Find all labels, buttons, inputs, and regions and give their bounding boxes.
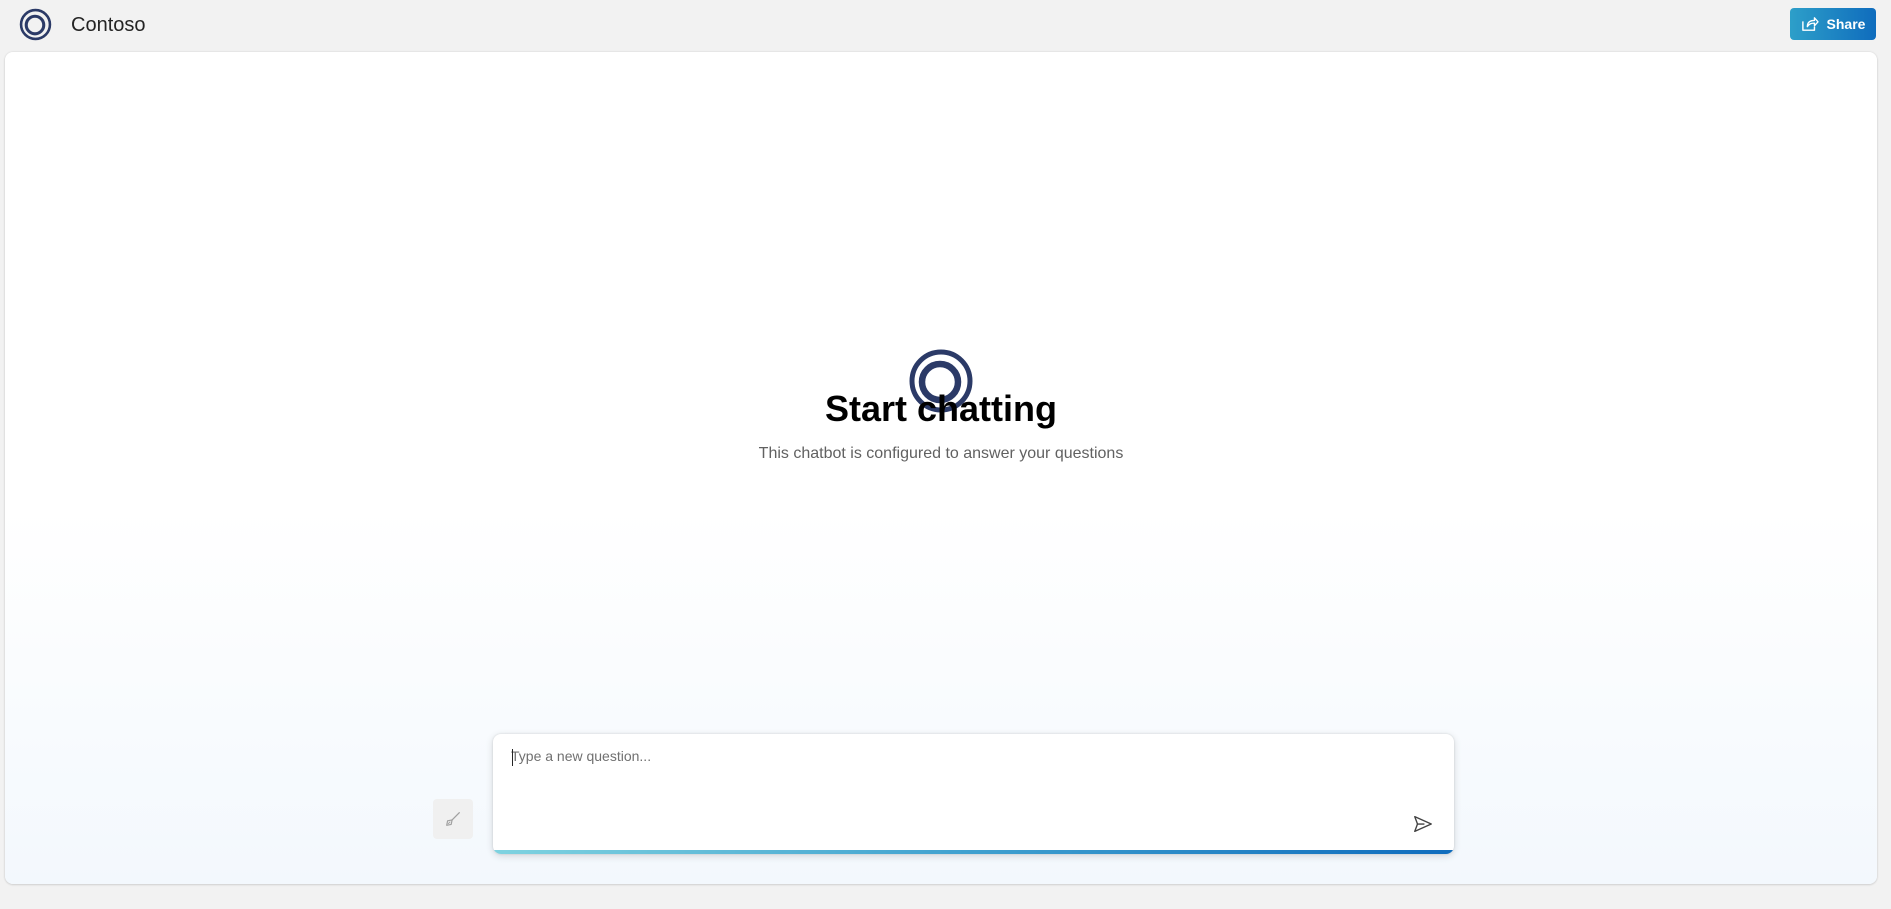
contoso-logo-icon (19, 8, 52, 41)
empty-state-title: Start chatting (824, 388, 1057, 429)
question-input[interactable] (511, 746, 1411, 806)
broom-icon (446, 812, 460, 826)
input-accent-bar (493, 850, 1454, 854)
text-caret (512, 749, 513, 766)
app-title: Contoso (71, 14, 146, 36)
question-input-box (493, 734, 1454, 854)
share-button[interactable]: Share (1790, 8, 1876, 40)
send-icon (1414, 815, 1432, 833)
clear-chat-button[interactable] (433, 799, 473, 839)
send-button[interactable] (1403, 806, 1443, 842)
app-header: Contoso Share (0, 0, 1891, 52)
empty-state-subtitle: This chatbot is configured to answer you… (758, 445, 1124, 462)
share-icon (1801, 17, 1819, 31)
share-button-label: Share (1826, 16, 1866, 32)
